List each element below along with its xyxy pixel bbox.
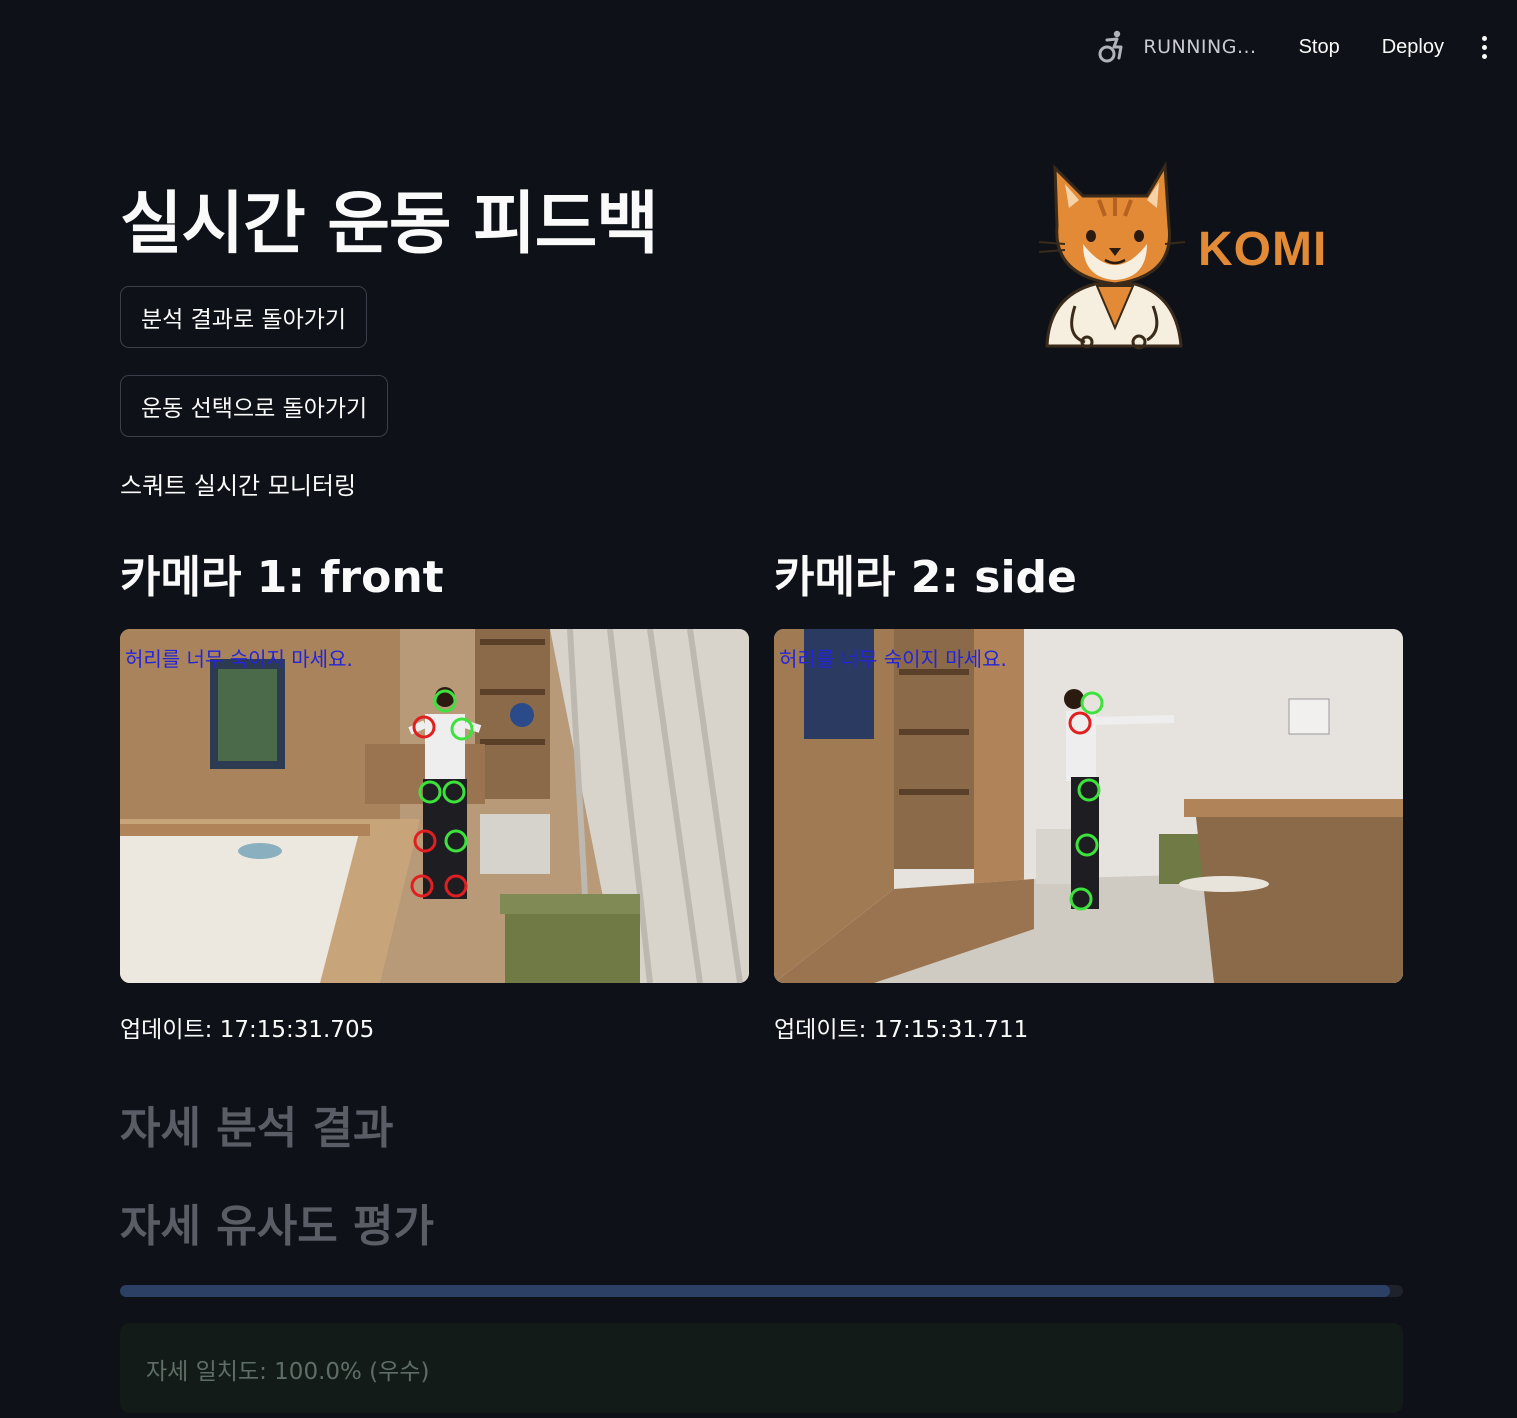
camera-1-update: 업데이트: 17:15:31.705 [120,1017,375,1043]
kebab-menu-icon[interactable] [1478,30,1491,65]
similarity-eval-heading: 자세 유사도 평가 [120,1201,434,1252]
back-to-results-button[interactable]: 분석 결과로 돌아가기 [120,286,368,348]
page-title: 실시간 운동 피드백 [120,185,659,264]
camera-1-title: 카메라 1: front [120,552,444,603]
similarity-progress-bar [120,1285,1403,1297]
camera-1-feed: 허리를 너무 숙이지 마세요. [120,629,749,983]
back-to-exercise-button[interactable]: 운동 선택으로 돌아가기 [120,375,389,437]
running-status: RUNNING... [1143,36,1257,58]
similarity-progress-fill [120,1285,1391,1297]
posture-analysis-heading: 자세 분석 결과 [120,1103,394,1154]
camera-2-feed: 허리를 너무 숙이지 마세요. [774,629,1403,983]
deploy-button[interactable]: Deploy [1372,30,1454,65]
camera-2-update: 업데이트: 17:15:31.711 [774,1017,1029,1043]
stop-button[interactable]: Stop [1289,30,1350,65]
monitoring-label: 스쿼트 실시간 모니터링 [120,472,357,500]
camera-2-image [774,629,1403,983]
camera-2-panel: 카메라 2: side 허리를 너무 숙이지 마세요. 업데이트: 17:15:… [774,548,1403,1043]
accessibility-running-icon [1098,30,1123,63]
camera-1-warning: 허리를 너무 숙이지 마세요. [125,647,353,671]
logo-text: KOMI [1198,223,1328,276]
camera-2-title: 카메라 2: side [774,552,1077,603]
camera-2-warning: 허리를 너무 숙이지 마세요. [779,647,1007,671]
camera-1-panel: 카메라 1: front 허리를 너무 숙이지 마세요. 업데이트: 17:15… [120,548,749,1043]
camera-1-image [120,629,749,983]
similarity-result-box: 자세 일치도: 100.0% (우수) [120,1323,1403,1413]
similarity-result-text: 자세 일치도: 100.0% (우수) [146,1359,430,1385]
top-toolbar: RUNNING... Stop Deploy [1097,0,1517,94]
